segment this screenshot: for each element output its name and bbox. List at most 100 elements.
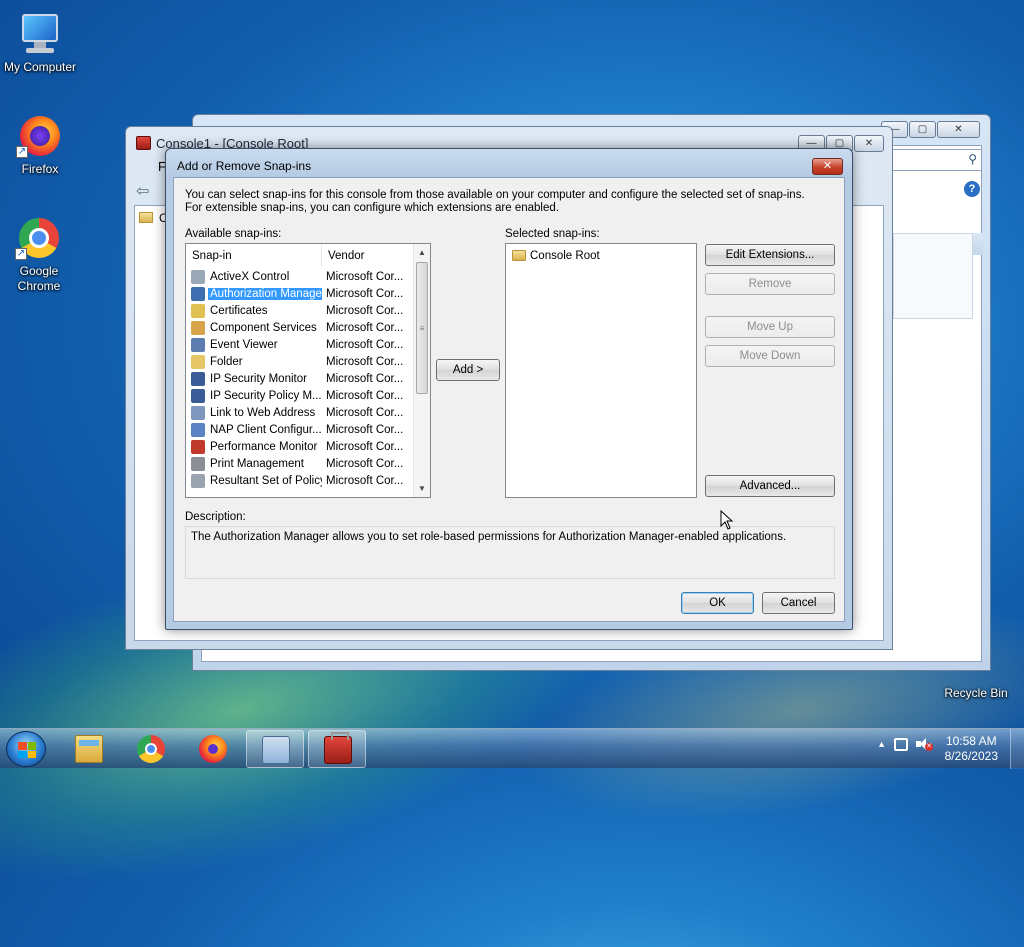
show-hidden-icons-arrow[interactable]: ▲ [877, 739, 886, 749]
snapin-name-cell: Certificates [186, 303, 322, 318]
taskbar-explorer-button[interactable] [60, 730, 118, 768]
snapin-row[interactable]: NAP Client Configur... Microsoft Cor... [186, 421, 412, 438]
snapin-name: Performance Monitor [210, 440, 318, 453]
nap-client-icon [191, 422, 205, 437]
show-desktop-button[interactable] [1010, 729, 1024, 769]
edit-extensions-button[interactable]: Edit Extensions... [705, 244, 835, 266]
desktop-icon-label: My Computer [3, 60, 77, 74]
folder-icon [512, 250, 526, 261]
snapin-vendor: Microsoft Cor... [326, 474, 404, 487]
snapin-row[interactable]: IP Security Policy M... Microsoft Cor... [186, 387, 412, 404]
snapin-vendor: Microsoft Cor... [326, 406, 404, 419]
column-header-snapin[interactable]: Snap-in [186, 244, 322, 266]
back-arrow-icon[interactable]: ⇦ [136, 181, 149, 201]
windows-logo-icon [18, 742, 36, 758]
snapin-name: NAP Client Configur... [210, 423, 322, 436]
list-item[interactable]: Console Root [506, 247, 600, 264]
snapin-row[interactable]: Component Services Microsoft Cor... [186, 319, 412, 336]
scroll-down-arrow[interactable]: ▼ [414, 480, 430, 497]
snapin-name: Print Management [210, 457, 304, 470]
maximize-button[interactable]: ▢ [909, 121, 936, 138]
ip-security-policy-icon [191, 388, 205, 403]
snapin-vendor: Microsoft Cor... [326, 338, 404, 351]
scroll-up-arrow[interactable]: ▲ [414, 244, 430, 261]
mmc-icon [136, 136, 151, 150]
available-snapins-list[interactable]: Snap-in Vendor ActiveX Control Microsoft … [185, 243, 431, 498]
selected-snapins-label: Selected snap-ins: [505, 228, 600, 240]
desktop-icon-firefox[interactable]: ↗ Firefox [0, 112, 80, 177]
clock[interactable]: 10:58 AM 8/26/2023 [945, 734, 998, 764]
chrome-icon [137, 735, 165, 763]
advanced-button[interactable]: Advanced... [705, 475, 835, 497]
event-viewer-icon [191, 337, 205, 352]
print-management-icon [191, 456, 205, 471]
snapin-row[interactable]: Authorization Manager Microsoft Cor... [186, 285, 412, 302]
vertical-scrollbar[interactable]: ▲ ≡ ▼ [413, 244, 430, 497]
cancel-button[interactable]: Cancel [762, 592, 835, 614]
close-icon: ✕ [822, 160, 833, 172]
snapin-name-cell: ActiveX Control [186, 269, 322, 284]
close-button[interactable]: ✕ [854, 135, 884, 152]
snapin-name: ActiveX Control [210, 270, 290, 283]
volume-muted-icon[interactable]: ✕ [916, 737, 933, 751]
column-header-vendor[interactable]: Vendor [322, 244, 412, 266]
authorization-manager-icon [191, 286, 205, 301]
snapin-row[interactable]: IP Security Monitor Microsoft Cor... [186, 370, 412, 387]
description-text: The Authorization Manager allows you to … [191, 531, 787, 543]
snapin-name: Certificates [210, 304, 268, 317]
snapin-vendor: Microsoft Cor... [326, 389, 404, 402]
taskbar-chrome-button[interactable] [122, 730, 180, 768]
snapin-vendor: Microsoft Cor... [326, 457, 404, 470]
selected-snapins-list[interactable]: Console Root [505, 243, 697, 498]
desktop-icon-chrome[interactable]: ↗ Google Chrome [0, 214, 78, 294]
clock-time: 10:58 AM [945, 734, 997, 748]
taskbar-firefox-button[interactable] [184, 730, 242, 768]
start-button[interactable] [6, 731, 46, 767]
taskbar-mmc-button[interactable] [246, 730, 304, 768]
scroll-thumb[interactable]: ≡ [416, 262, 428, 394]
mmc-icon [262, 736, 290, 764]
snapin-row[interactable]: Event Viewer Microsoft Cor... [186, 336, 412, 353]
snapin-row[interactable]: Resultant Set of Policy Microsoft Cor... [186, 472, 412, 489]
snapin-name-cell: IP Security Monitor [186, 371, 322, 386]
help-icon[interactable]: ? [964, 181, 980, 197]
firefox-icon: ↗ [16, 112, 64, 160]
component-services-icon [191, 320, 205, 335]
snapin-row[interactable]: Link to Web Address Microsoft Cor... [186, 404, 412, 421]
remove-button[interactable]: Remove [705, 273, 835, 295]
network-icon[interactable] [894, 737, 908, 751]
desktop-icon-label: Recycle Bin [944, 686, 1008, 700]
desktop-icon-my-computer[interactable]: My Computer [0, 10, 80, 75]
snapin-row[interactable]: Certificates Microsoft Cor... [186, 302, 412, 319]
snapin-name-cell: Print Management [186, 456, 322, 471]
add-button[interactable]: Add > [436, 359, 500, 381]
activex-icon [191, 269, 205, 284]
snapin-name: Link to Web Address [210, 406, 316, 419]
snapin-row[interactable]: ActiveX Control Microsoft Cor... [186, 268, 412, 285]
description-label: Description: [185, 511, 246, 523]
move-up-button[interactable]: Move Up [705, 316, 835, 338]
snapin-row[interactable]: Folder Microsoft Cor... [186, 353, 412, 370]
dialog-title: Add or Remove Snap-ins [177, 159, 312, 173]
ok-button[interactable]: OK [681, 592, 754, 614]
close-button[interactable]: ✕ [937, 121, 980, 138]
snapin-name: Authorization Manager [208, 287, 322, 300]
add-remove-snapins-dialog[interactable]: Add or Remove Snap-ins ✕ You can select … [165, 148, 853, 630]
dialog-close-button[interactable]: ✕ [812, 158, 843, 175]
snapin-row[interactable]: Print Management Microsoft Cor... [186, 455, 412, 472]
performance-monitor-icon [191, 439, 205, 454]
file-explorer-icon [75, 735, 103, 763]
snapin-vendor: Microsoft Cor... [326, 270, 404, 283]
snapin-vendor: Microsoft Cor... [326, 321, 404, 334]
snapin-vendor: Microsoft Cor... [326, 440, 404, 453]
snapin-vendor: Microsoft Cor... [326, 355, 404, 368]
snapin-vendor: Microsoft Cor... [326, 372, 404, 385]
move-down-button[interactable]: Move Down [705, 345, 835, 367]
snapin-vendor: Microsoft Cor... [326, 304, 404, 317]
taskbar: ▲ ✕ 10:58 AM 8/26/2023 [0, 728, 1024, 769]
available-snapins-label: Available snap-ins: [185, 228, 282, 240]
snapin-row[interactable]: Performance Monitor Microsoft Cor... [186, 438, 412, 455]
taskbar-toolbox-button[interactable] [308, 730, 366, 768]
actions-box [893, 233, 973, 319]
snapin-name: Component Services [210, 321, 317, 334]
